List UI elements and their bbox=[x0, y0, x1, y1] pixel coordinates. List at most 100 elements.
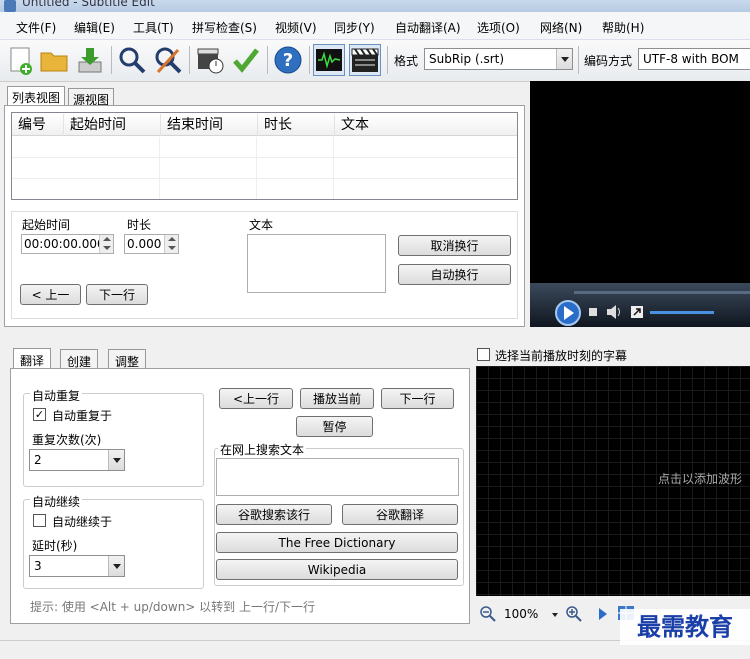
select-current-checkbox[interactable] bbox=[477, 348, 490, 361]
search-icon bbox=[119, 47, 146, 74]
chevron-down-icon bbox=[108, 450, 124, 470]
auto-repeat-check-label: 自动重复于 bbox=[52, 409, 113, 423]
encoding-label: 编码方式 bbox=[584, 54, 633, 68]
help-button[interactable]: ? bbox=[272, 44, 304, 76]
tab-translate[interactable]: 翻译 bbox=[13, 348, 52, 369]
chevron-down-icon bbox=[108, 556, 124, 576]
play-waveform-icon[interactable] bbox=[598, 607, 608, 621]
grid-header: 编号 起始时间 结束时间 时长 文本 bbox=[12, 114, 517, 136]
auto-continue-title: 自动继续 bbox=[30, 493, 83, 510]
auto-repeat-checkbox[interactable]: ✓ bbox=[33, 408, 46, 421]
menu-file[interactable]: 文件(F) bbox=[16, 19, 56, 36]
menu-network[interactable]: 网络(N) bbox=[540, 19, 582, 36]
open-file-button[interactable] bbox=[38, 44, 70, 76]
toggle-waveform-button[interactable] bbox=[313, 44, 345, 76]
app-icon bbox=[4, 0, 16, 12]
unbreak-button[interactable]: 取消换行 bbox=[398, 235, 511, 256]
play-icon[interactable] bbox=[554, 299, 582, 327]
menu-tools[interactable]: 工具(T) bbox=[133, 19, 174, 36]
col-start-time[interactable]: 起始时间 bbox=[64, 114, 161, 136]
keyboard-hint: 提示: 使用 <Alt + up/down> 以转到 上一行/下一行 bbox=[30, 600, 316, 614]
tab-list-view[interactable]: 列表视图 bbox=[7, 86, 66, 106]
checkmark-icon bbox=[233, 48, 259, 73]
svg-text:?: ? bbox=[283, 50, 293, 71]
auto-continue-check-label: 自动继续于 bbox=[52, 515, 113, 529]
window-title: Untitled - Subtitle Edit bbox=[22, 0, 155, 9]
toolbar: ? 格式 SubRip (.srt) 编码方式 UTF-8 with BOM bbox=[0, 40, 750, 82]
free-dictionary-button[interactable]: The Free Dictionary bbox=[216, 532, 458, 553]
new-file-button[interactable] bbox=[4, 44, 36, 76]
spellcheck-button[interactable] bbox=[230, 44, 262, 76]
pause-button[interactable]: 暂停 bbox=[296, 416, 373, 437]
zoom-in-icon[interactable] bbox=[566, 606, 582, 622]
col-number[interactable]: 编号 bbox=[12, 114, 64, 136]
format-value: SubRip (.srt) bbox=[429, 52, 505, 66]
delay-select[interactable]: 3 bbox=[29, 555, 125, 577]
save-download-icon bbox=[78, 48, 102, 73]
delay-value: 3 bbox=[34, 559, 42, 573]
tab-adjust[interactable]: 调整 bbox=[108, 349, 147, 369]
auto-repeat-title: 自动重复 bbox=[30, 387, 83, 404]
waveform-placeholder: 点击以添加波形 bbox=[657, 472, 742, 486]
menu-edit[interactable]: 编辑(E) bbox=[74, 19, 115, 36]
watermark-logo: 最需教育 bbox=[620, 609, 750, 645]
replace-button[interactable] bbox=[152, 44, 184, 76]
stop-icon[interactable] bbox=[588, 307, 598, 317]
repeat-count-select[interactable]: 2 bbox=[29, 449, 125, 471]
volume-slider[interactable] bbox=[650, 311, 714, 314]
menu-video[interactable]: 视频(V) bbox=[275, 19, 317, 36]
visual-sync-button[interactable] bbox=[194, 44, 226, 76]
menu-options[interactable]: 选项(O) bbox=[477, 19, 520, 36]
col-end-time[interactable]: 结束时间 bbox=[161, 114, 258, 136]
menu-sync[interactable]: 同步(Y) bbox=[334, 19, 375, 36]
menu-help[interactable]: 帮助(H) bbox=[602, 19, 644, 36]
col-text[interactable]: 文本 bbox=[335, 114, 517, 136]
start-time-spinner[interactable] bbox=[99, 235, 113, 253]
format-select[interactable]: SubRip (.srt) bbox=[424, 48, 573, 70]
previous-line-button[interactable]: <上一行 bbox=[219, 388, 293, 409]
waveform-panel[interactable]: 点击以添加波形 bbox=[476, 366, 750, 596]
delay-label: 延时(秒) bbox=[32, 539, 78, 553]
play-current-button[interactable]: 播放当前 bbox=[300, 388, 374, 409]
folder-icon bbox=[40, 52, 68, 72]
google-search-button[interactable]: 谷歌搜索该行 bbox=[216, 504, 332, 525]
seek-bar[interactable] bbox=[574, 291, 750, 294]
duration-value: 0.000 bbox=[127, 237, 162, 251]
title-bar: Untitled - Subtitle Edit bbox=[0, 0, 750, 12]
select-current-label: 选择当前播放时刻的字幕 bbox=[495, 349, 628, 363]
start-time-label: 起始时间 bbox=[22, 218, 71, 232]
menu-spellcheck[interactable]: 拼写检查(S) bbox=[192, 19, 257, 36]
auto-break-button[interactable]: 自动换行 bbox=[398, 264, 511, 285]
wikipedia-button[interactable]: Wikipedia bbox=[216, 559, 458, 580]
tab-create[interactable]: 创建 bbox=[60, 349, 99, 369]
next-line-button[interactable]: 下一行 bbox=[381, 388, 454, 409]
menu-auto-translate[interactable]: 自动翻译(A) bbox=[395, 19, 461, 36]
toggle-video-button[interactable] bbox=[349, 44, 381, 76]
encoding-select[interactable]: UTF-8 with BOM bbox=[638, 48, 750, 70]
auto-continue-checkbox[interactable] bbox=[33, 514, 46, 527]
col-duration[interactable]: 时长 bbox=[258, 114, 335, 136]
format-label: 格式 bbox=[394, 54, 419, 68]
duration-spinner[interactable] bbox=[164, 235, 178, 253]
next-button[interactable]: 下一行 bbox=[86, 284, 148, 305]
video-controls bbox=[530, 283, 750, 327]
subtitle-text-input[interactable] bbox=[247, 234, 386, 293]
start-time-value: 00:00:00.000 bbox=[24, 237, 105, 251]
fullscreen-icon[interactable] bbox=[631, 306, 643, 318]
web-search-input[interactable] bbox=[216, 458, 459, 496]
film-clapper-icon bbox=[351, 48, 379, 72]
save-button[interactable] bbox=[74, 44, 106, 76]
zoom-select[interactable]: 100% bbox=[500, 604, 560, 626]
find-button[interactable] bbox=[116, 44, 148, 76]
duration-input[interactable]: 0.000 bbox=[124, 234, 179, 254]
previous-button[interactable]: < 上一 bbox=[20, 284, 81, 305]
repeat-count-value: 2 bbox=[34, 453, 42, 467]
start-time-input[interactable]: 00:00:00.000 bbox=[21, 234, 114, 254]
zoom-out-icon[interactable] bbox=[480, 606, 496, 622]
google-translate-button[interactable]: 谷歌翻译 bbox=[342, 504, 458, 525]
volume-icon[interactable] bbox=[606, 305, 622, 319]
chevron-down-icon bbox=[552, 613, 558, 617]
tab-source-view[interactable]: 源视图 bbox=[68, 88, 115, 107]
zoom-value: 100% bbox=[504, 607, 539, 621]
menu-bar: 文件(F) 编辑(E) 工具(T) 拼写检查(S) 视频(V) 同步(Y) 自动… bbox=[0, 12, 750, 40]
